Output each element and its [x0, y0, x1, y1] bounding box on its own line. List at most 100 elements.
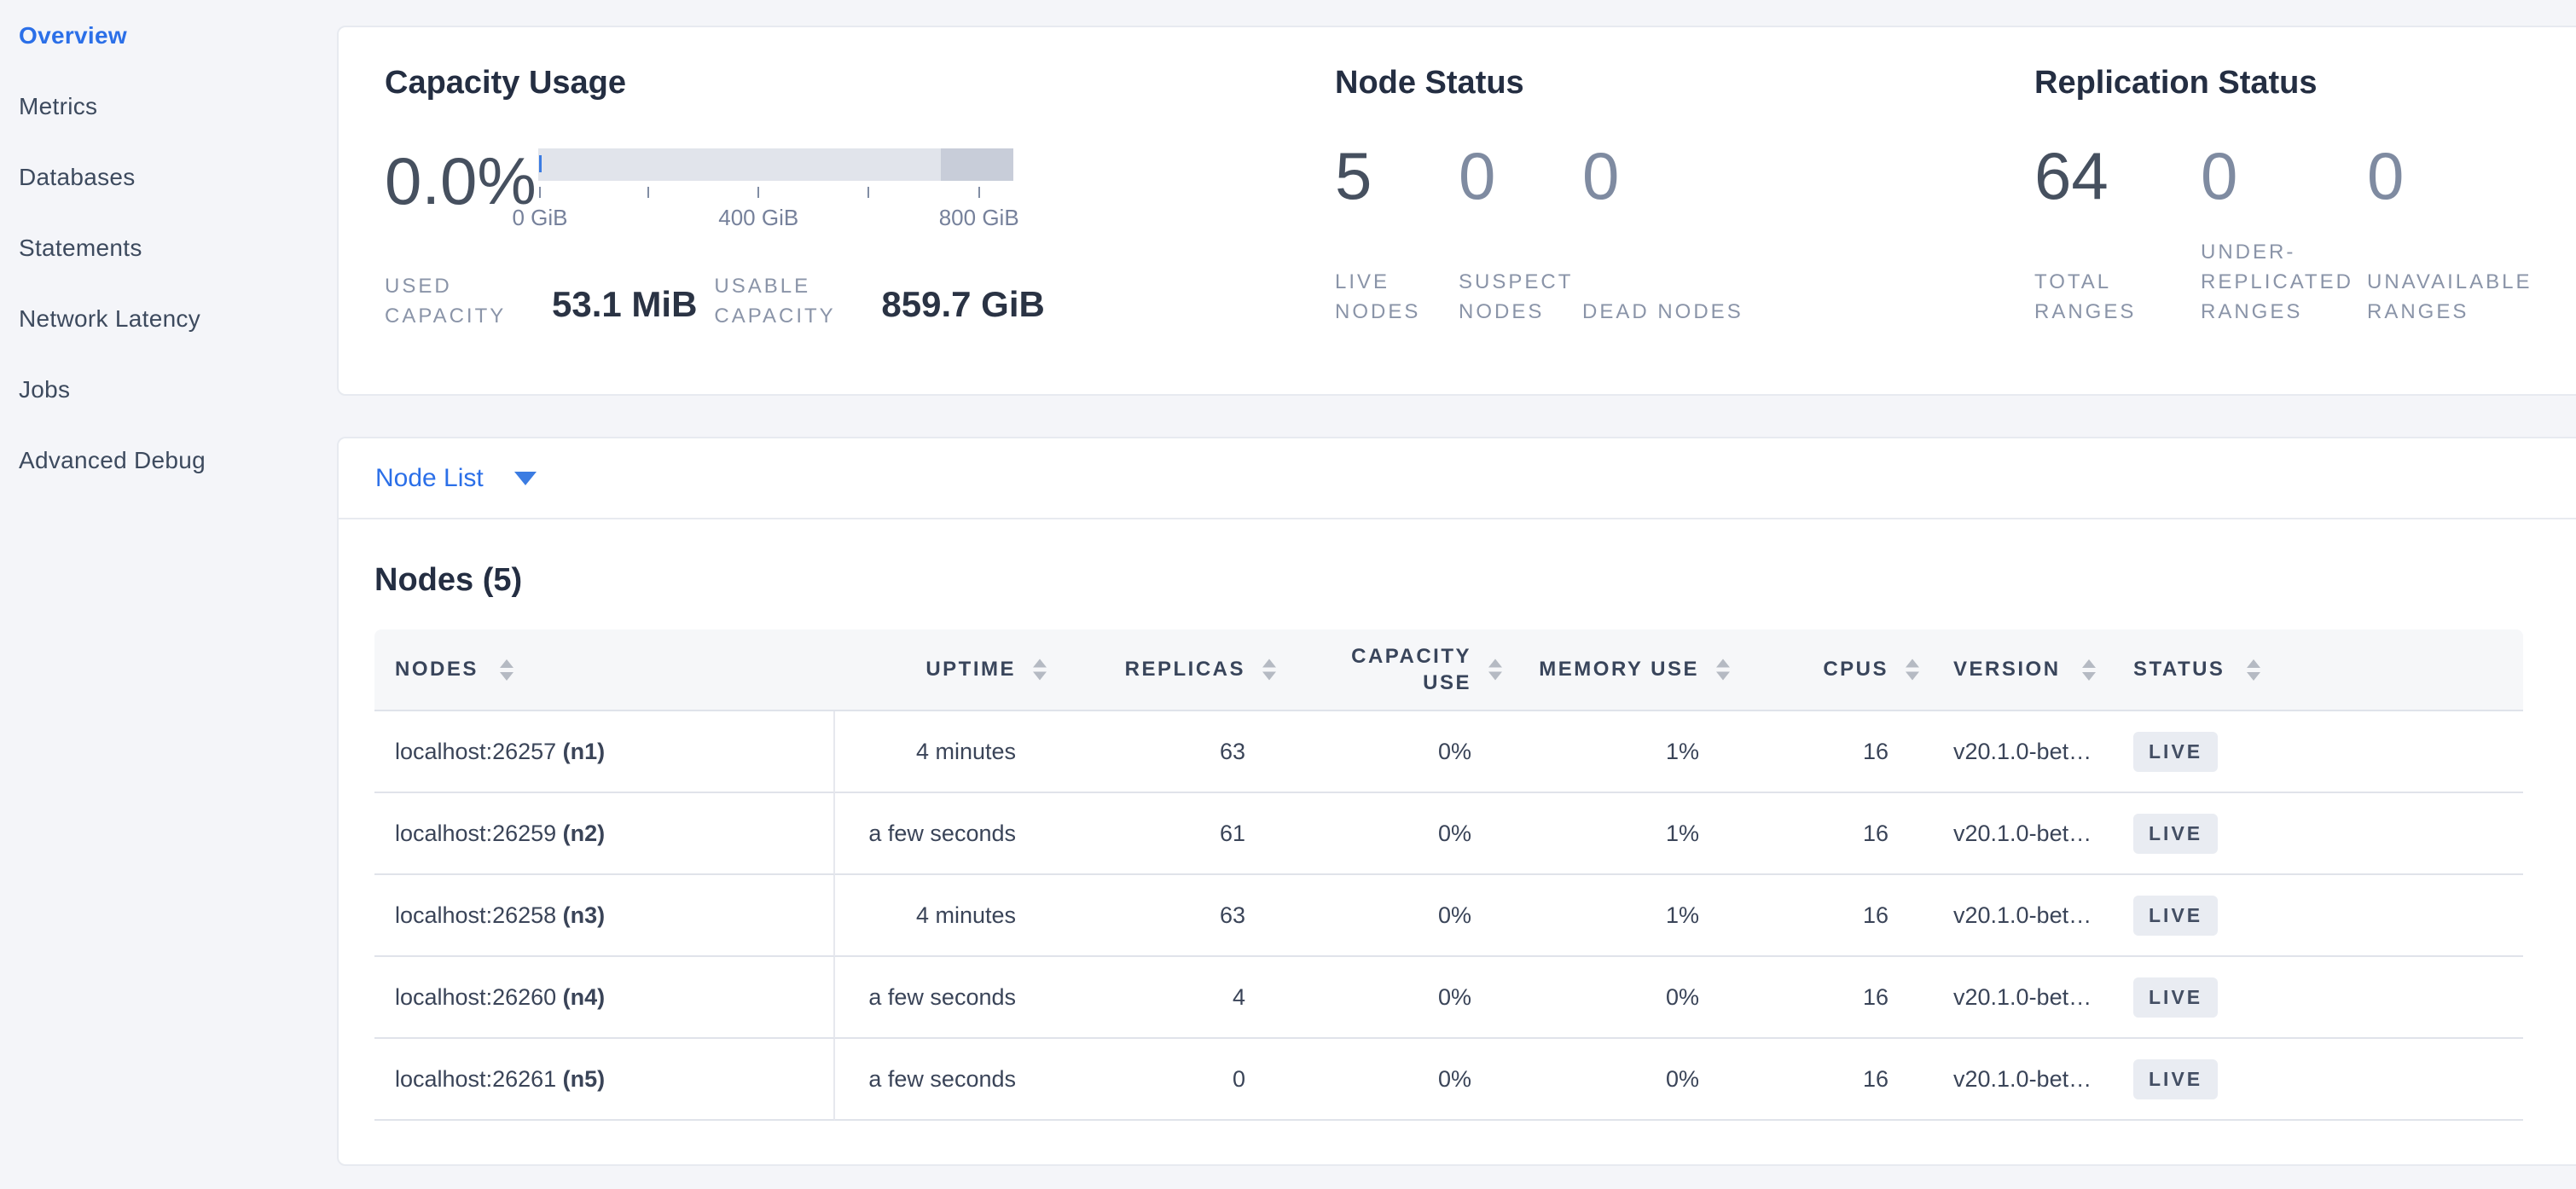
capacity-axis: 0 GiB 400 GiB 800 GiB [538, 181, 1013, 232]
node-id: (n2) [563, 821, 606, 846]
replication-status-section: Replication Status 64 0 0 TOTAL RANGES U… [2034, 63, 2539, 394]
column-header-label: UPTIME [925, 658, 1016, 681]
column-header-uptime[interactable]: UPTIME [835, 629, 1057, 711]
dead-nodes-value: 0 [1582, 140, 2034, 212]
axis-tick-label: 800 GiB [939, 205, 1019, 231]
node-host: localhost:26260 [395, 984, 556, 1010]
usable-capacity-stat: USABLE CAPACITY 859.7 GiB [714, 271, 1061, 331]
status-cell: LIVE [2117, 1039, 2523, 1121]
cluster-summary-card: Capacity Usage 0.0% [337, 26, 2576, 396]
version-cell: v20.1.0-bet… [1929, 957, 2117, 1039]
node-status-section: Node Status 5 0 0 LIVE NODES SUSPECT NOD… [1335, 63, 2034, 394]
node-name-cell[interactable]: localhost:26261 (n5) [374, 1039, 835, 1121]
axis-tick [757, 187, 759, 198]
cpus-cell: 16 [1740, 875, 1929, 957]
status-badge: LIVE [2133, 1059, 2218, 1099]
column-header-capacity-use[interactable]: CAPACITY USE [1286, 629, 1512, 711]
used-capacity-value: 53.1 MiB [552, 284, 697, 325]
sidebar-item-network-latency[interactable]: Network Latency [0, 283, 337, 354]
axis-tick [539, 187, 541, 198]
column-header-label: REPLICAS [1125, 658, 1245, 681]
status-badge: LIVE [2133, 977, 2218, 1018]
node-name-cell[interactable]: localhost:26257 (n1) [374, 711, 835, 793]
capacity-bar-dark-segment [941, 148, 1013, 181]
capacity-use-cell: 0% [1286, 957, 1512, 1039]
column-header-nodes[interactable]: NODES [374, 629, 835, 711]
version-cell: v20.1.0-bet… [1929, 711, 2117, 793]
node-name-cell[interactable]: localhost:26260 (n4) [374, 957, 835, 1039]
capacity-gauge: 0.0% 0 GiB 400 Gi [385, 145, 1335, 232]
sidebar-item-advanced-debug[interactable]: Advanced Debug [0, 425, 337, 496]
memory-use-cell: 0% [1512, 957, 1740, 1039]
total-ranges-label: TOTAL RANGES [2034, 267, 2201, 327]
uptime-cell: 4 minutes [835, 711, 1057, 793]
status-badge: LIVE [2133, 896, 2218, 936]
unavailable-ranges-value: 0 [2367, 140, 2539, 212]
node-name-cell[interactable]: localhost:26259 (n2) [374, 793, 835, 875]
status-cell: LIVE [2117, 711, 2523, 793]
column-header-cpus[interactable]: CPUS [1740, 629, 1929, 711]
replication-labels: TOTAL RANGES UNDER-REPLICATED RANGES UNA… [2034, 235, 2539, 327]
node-id: (n5) [563, 1066, 606, 1092]
capacity-usage-title: Capacity Usage [385, 63, 1335, 102]
node-host: localhost:26261 [395, 1066, 556, 1092]
sidebar-item-statements[interactable]: Statements [0, 212, 337, 283]
capacity-use-cell: 0% [1286, 793, 1512, 875]
node-list-card: Node List Nodes (5) NODES [337, 437, 2576, 1166]
column-header-memory-use[interactable]: MEMORY USE [1512, 629, 1740, 711]
node-status-title: Node Status [1335, 63, 2034, 102]
capacity-used-marker [539, 155, 542, 172]
memory-use-cell: 1% [1512, 793, 1740, 875]
replicas-cell: 4 [1057, 957, 1286, 1039]
column-header-label: CPUS [1823, 658, 1888, 681]
memory-use-cell: 1% [1512, 711, 1740, 793]
suspect-nodes-value: 0 [1459, 140, 1582, 212]
capacity-stats: USED CAPACITY 53.1 MiB USABLE CAPACITY 8… [385, 271, 1335, 331]
version-cell: v20.1.0-bet… [1929, 875, 2117, 957]
column-header-replicas[interactable]: REPLICAS [1057, 629, 1286, 711]
used-capacity-stat: USED CAPACITY 53.1 MiB [385, 271, 714, 331]
node-list-selector[interactable]: Node List [339, 438, 2576, 519]
live-nodes-label: LIVE NODES [1335, 267, 1459, 327]
replicas-cell: 63 [1057, 875, 1286, 957]
node-name-cell[interactable]: localhost:26258 (n3) [374, 875, 835, 957]
column-header-version[interactable]: VERSION [1929, 629, 2117, 711]
sidebar-item-metrics[interactable]: Metrics [0, 71, 337, 142]
dead-nodes-label: DEAD NODES [1582, 297, 2034, 327]
node-host: localhost:26257 [395, 739, 556, 764]
capacity-bar-chart: 0 GiB 400 GiB 800 GiB [538, 148, 1013, 232]
node-status-values: 5 0 0 [1335, 140, 2034, 212]
replication-status-title: Replication Status [2034, 63, 2539, 102]
sidebar-item-jobs[interactable]: Jobs [0, 354, 337, 425]
sort-icon [1716, 659, 1730, 681]
table-row: localhost:26260 (n4) a few seconds 4 0% … [374, 957, 2523, 1039]
replicas-cell: 0 [1057, 1039, 1286, 1121]
sidebar: Overview Metrics Databases Statements Ne… [0, 0, 337, 1189]
replicas-cell: 63 [1057, 711, 1286, 793]
live-nodes-value: 5 [1335, 140, 1459, 212]
uptime-cell: a few seconds [835, 957, 1057, 1039]
axis-tick [647, 187, 649, 198]
replicas-cell: 61 [1057, 793, 1286, 875]
column-header-label: MEMORY USE [1539, 658, 1699, 681]
table-row: localhost:26261 (n5) a few seconds 0 0% … [374, 1039, 2523, 1121]
sidebar-item-databases[interactable]: Databases [0, 142, 337, 212]
column-header-status[interactable]: STATUS [2117, 629, 2523, 711]
cpus-cell: 16 [1740, 711, 1929, 793]
nodes-count-heading: Nodes (5) [374, 562, 2546, 599]
uptime-cell: 4 minutes [835, 875, 1057, 957]
node-id: (n3) [563, 902, 606, 928]
node-list-body: Nodes (5) NODES UPTIME [339, 562, 2576, 1121]
main-content: Capacity Usage 0.0% [337, 0, 2576, 1189]
sort-icon [500, 659, 513, 681]
unavailable-ranges-label: UNAVAILABLE RANGES [2367, 267, 2539, 327]
sort-icon [2247, 659, 2260, 681]
table-row: localhost:26259 (n2) a few seconds 61 0%… [374, 793, 2523, 875]
axis-tick-label: 0 GiB [513, 205, 568, 231]
cpus-cell: 16 [1740, 957, 1929, 1039]
sidebar-item-overview[interactable]: Overview [0, 0, 337, 71]
status-cell: LIVE [2117, 875, 2523, 957]
version-cell: v20.1.0-bet… [1929, 793, 2117, 875]
memory-use-cell: 0% [1512, 1039, 1740, 1121]
status-cell: LIVE [2117, 793, 2523, 875]
